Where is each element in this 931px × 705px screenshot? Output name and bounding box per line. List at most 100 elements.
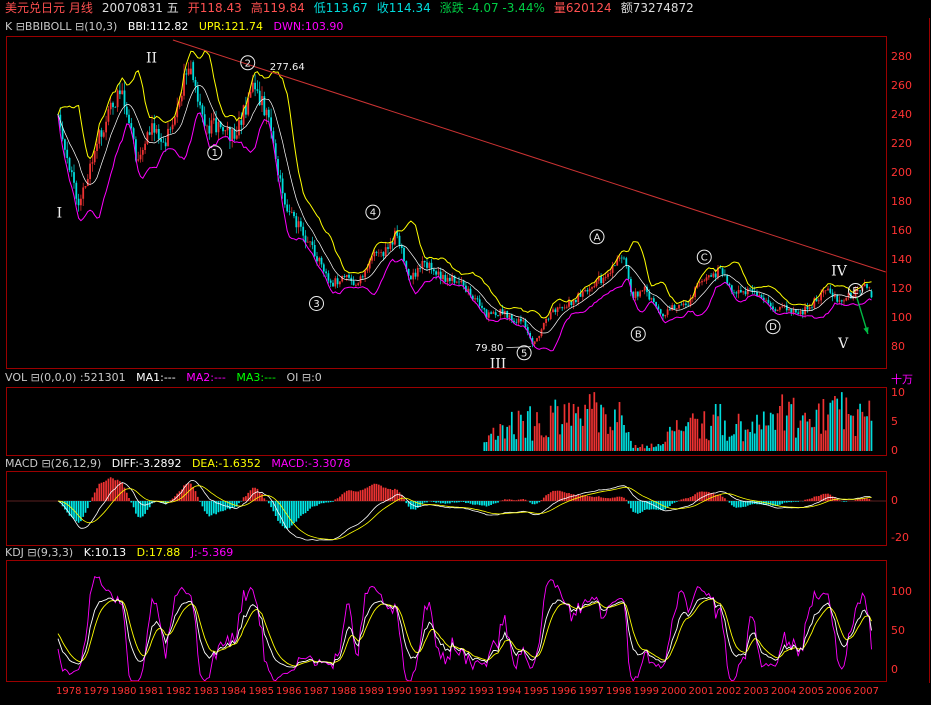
year-label: 1990 <box>386 686 411 697</box>
main-indicator-label[interactable]: K ⊟BBIBOLL ⊟(10,3) BBI:112.82 UPR:121.74… <box>5 20 350 34</box>
wave-annotations: III12277.643479.805IIIABCDIVEV <box>57 50 869 368</box>
quote-field: 高119.84 <box>251 1 305 15</box>
year-label: 1993 <box>469 686 494 697</box>
macd-histogram-positive <box>92 477 871 501</box>
year-label: 1979 <box>84 686 109 697</box>
quote-field: 美元兑日元 月线 <box>5 1 93 15</box>
trend-arrow-head <box>863 327 868 334</box>
year-label: 1988 <box>331 686 356 697</box>
indicator-label-segment: MA2:--- <box>186 371 229 384</box>
year-label: 2006 <box>826 686 851 697</box>
y-tick-label: 180 <box>891 196 912 208</box>
year-label: 2000 <box>661 686 686 697</box>
wave-circle-label: 2 <box>245 58 251 69</box>
kdj-panel <box>6 560 887 682</box>
indicator-label-segment: MA1:--- <box>136 371 179 384</box>
year-label: 1985 <box>249 686 274 697</box>
year-label: 1984 <box>221 686 246 697</box>
indicator-label-segment: MACD ⊟(26,12,9) <box>5 457 105 470</box>
candlestick-chart[interactable]: III12277.643479.805IIIABCDIVEV <box>7 37 886 368</box>
y-tick-label: 0 <box>891 664 898 676</box>
volume-panel <box>6 387 887 456</box>
quote-field: 低113.67 <box>314 1 368 15</box>
year-label: 2007 <box>854 686 879 697</box>
upr-band-line <box>58 51 872 318</box>
year-label: 2005 <box>799 686 824 697</box>
indicator-label-segment: D:17.88 <box>137 546 184 559</box>
up-wicks <box>81 60 869 346</box>
wave-circle-label: E <box>852 286 858 297</box>
year-label: 1987 <box>304 686 329 697</box>
y-tick-label: 十万 <box>891 374 913 386</box>
app-window: 美元兑日元 月线20070831 五开118.43高119.84低113.67收… <box>0 0 931 705</box>
year-label: 2002 <box>716 686 741 697</box>
quote-field: 开118.43 <box>188 1 242 15</box>
diff-line <box>58 481 872 541</box>
indicator-label-segment: VOL ⊟(0,0,0) :521301 <box>5 371 129 384</box>
year-label: 2004 <box>771 686 796 697</box>
year-label: 1999 <box>634 686 659 697</box>
macd-indicator-label[interactable]: MACD ⊟(26,12,9) DIFF:-3.2892 DEA:-1.6352… <box>5 457 358 471</box>
year-label: 1997 <box>579 686 604 697</box>
wave-label: IV <box>831 264 848 280</box>
wave-label: II <box>146 50 157 66</box>
dwn-band-line <box>58 113 872 351</box>
year-label: 1994 <box>496 686 521 697</box>
year-label: 1982 <box>166 686 191 697</box>
kdj-indicator-label[interactable]: KDJ ⊟(9,3,3) K:10.13 D:17.88 J:-5.369 <box>5 546 240 560</box>
price-callout: 277.64 <box>270 62 305 73</box>
wave-label: V <box>837 336 849 352</box>
indicator-label-segment: OI ⊟:0 <box>286 371 321 384</box>
volume-indicator-label[interactable]: VOL ⊟(0,0,0) :521301 MA1:--- MA2:--- MA3… <box>5 371 329 385</box>
macd-chart[interactable] <box>7 472 886 545</box>
wave-circle-label: 5 <box>521 348 527 359</box>
y-tick-label: 280 <box>891 51 912 63</box>
year-label: 1998 <box>606 686 631 697</box>
candles-group <box>58 60 872 347</box>
year-label: 1980 <box>111 686 136 697</box>
wave-label: III <box>490 356 507 368</box>
quote-field: 量620124 <box>554 1 612 15</box>
time-axis: 1978197919801981198219831984198519861987… <box>0 683 931 705</box>
year-label: 1981 <box>139 686 164 697</box>
quote-field: 20070831 五 <box>102 1 179 15</box>
wave-circle-label: B <box>635 329 642 340</box>
wave-circle-label: A <box>594 232 601 243</box>
down-volume-bars <box>484 392 871 451</box>
volume-chart[interactable] <box>7 388 886 455</box>
main-chart-panel: III12277.643479.805IIIABCDIVEV <box>6 36 887 369</box>
indicator-label-segment: DEA:-1.6352 <box>192 457 264 470</box>
y-tick-label: 0 <box>891 445 898 457</box>
y-tick-label: 160 <box>891 225 912 237</box>
y-tick-label: 0 <box>891 495 898 507</box>
indicator-label-segment: MA3:--- <box>236 371 279 384</box>
price-callout: 79.80 <box>475 343 504 354</box>
indicator-label-segment: MACD:-3.3078 <box>271 457 350 470</box>
indicator-label-segment: J:-5.369 <box>191 546 233 559</box>
indicator-label-segment: K:10.13 <box>84 546 130 559</box>
indicator-label-segment: DIFF:-3.2892 <box>112 457 185 470</box>
year-label: 1986 <box>276 686 301 697</box>
y-tick-label: 5 <box>891 416 898 428</box>
y-tick-label: 140 <box>891 254 912 266</box>
indicator-label-segment: DWN:103.90 <box>274 20 344 33</box>
y-tick-label: 100 <box>891 312 912 324</box>
year-label: 1989 <box>359 686 384 697</box>
y-tick-label: 80 <box>891 341 905 353</box>
year-label: 1996 <box>551 686 576 697</box>
wave-circle-label: C <box>701 253 708 264</box>
year-label: 2001 <box>689 686 714 697</box>
year-label: 1992 <box>441 686 466 697</box>
wave-circle-label: 3 <box>313 299 319 310</box>
y-tick-label: 240 <box>891 109 912 121</box>
kdj-chart[interactable] <box>7 561 886 681</box>
y-tick-label: 220 <box>891 138 912 150</box>
quote-header: 美元兑日元 月线20070831 五开118.43高119.84低113.67收… <box>0 0 931 18</box>
j-line <box>58 577 872 681</box>
year-label: 1995 <box>524 686 549 697</box>
y-tick-label: 10 <box>891 387 905 399</box>
indicator-label-segment: K ⊟BBIBOLL ⊟(10,3) <box>5 20 121 33</box>
window-right-border <box>929 18 930 683</box>
wave-circle-label: 4 <box>370 208 376 219</box>
bbiboll-bands <box>58 51 872 351</box>
